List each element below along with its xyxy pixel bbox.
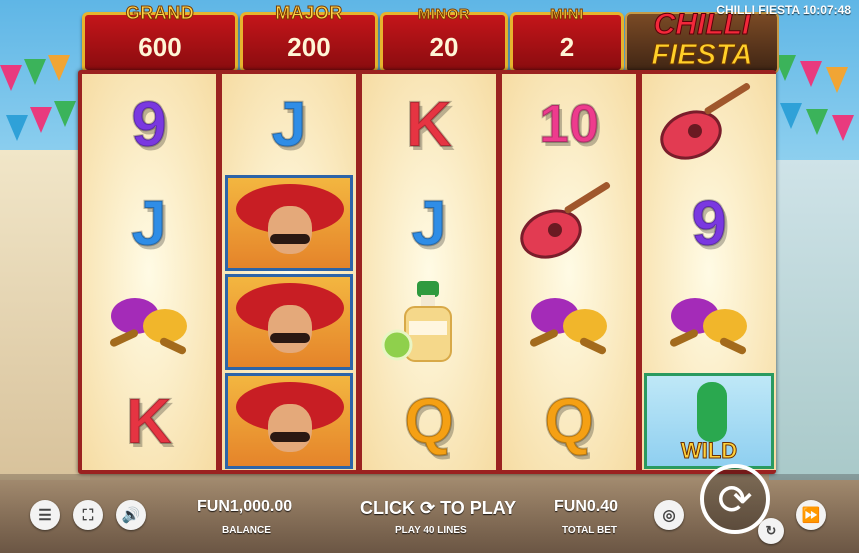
maracas-icon — [670, 297, 747, 354]
reel-3-symbol-4: Q — [403, 384, 455, 458]
reel-1-symbol-1: 9 — [130, 87, 168, 161]
click-to-play[interactable]: CLICK ⟳ TO PLAY — [360, 498, 516, 519]
spin-icon: ⟳ — [717, 475, 753, 523]
title-clock: CHILLI FIESTA 10:07:48 — [716, 3, 851, 17]
coins-icon: ◎ — [662, 507, 676, 524]
maracas-icon — [530, 297, 607, 354]
reel-5: 9 WILD — [642, 74, 776, 470]
jackpot-grand: GRAND 600 — [82, 3, 238, 73]
background-building-right — [769, 160, 859, 480]
jackpot-minor: MINOR 20 — [380, 6, 508, 73]
mariachi-symbol — [222, 173, 356, 272]
jackpot-minor-value: 20 — [429, 32, 459, 62]
mariachi-icon — [225, 174, 353, 271]
autoplay-icon: ↻ — [765, 523, 777, 538]
tequila-symbol — [362, 272, 496, 371]
jackpot-grand-value: 600 — [138, 32, 182, 62]
reel-2-symbol-1: J — [270, 87, 308, 161]
sound-icon: 🔊 — [121, 507, 141, 524]
jackpot-bar: GRAND 600 MAJOR 200 MINOR 20 MINI 2 — [80, 0, 625, 73]
guitar-icon — [520, 181, 611, 259]
tequila-bottle-icon — [381, 280, 452, 362]
reel-1-symbol-2: J — [130, 186, 168, 260]
jackpot-mini-value: 2 — [559, 32, 575, 62]
jackpot-grand-label: GRAND — [125, 3, 195, 24]
maracas-symbol — [642, 272, 776, 371]
jackpot-minor-label: MINOR — [417, 6, 471, 24]
maracas-symbol — [82, 272, 216, 371]
reel-4: 10 Q — [502, 74, 636, 470]
mariachi-symbol — [222, 371, 356, 470]
reel-2: J — [222, 74, 356, 470]
guitar-symbol — [502, 173, 636, 272]
menu-icon: ☰ — [38, 507, 52, 524]
guitar-symbol — [642, 74, 776, 173]
guitar-icon — [660, 82, 751, 160]
fullscreen-icon: ⛶ — [82, 506, 94, 524]
reel-3-symbol-2: J — [410, 186, 448, 260]
logo-line-2: FIESTA — [651, 39, 753, 72]
total-bet-value: FUN0.40 — [554, 498, 619, 515]
play-lines-label: PLAY 40 LINES — [395, 525, 467, 536]
background-building-left — [0, 150, 90, 480]
wild-label: WILD — [680, 437, 738, 463]
wild-symbol: WILD — [642, 371, 776, 470]
cactus-icon: WILD — [644, 372, 774, 469]
reel-grid: 9 J K J K J Q 10 Q 9 WILD — [78, 70, 776, 474]
fast-forward-icon: ⏩ — [801, 507, 821, 524]
balance-value: FUN1,000.00 — [197, 498, 293, 515]
game-logo: CHILLI FIESTA — [625, 8, 779, 74]
jackpot-mini-label: MINI — [550, 6, 584, 24]
bunting-right — [764, 55, 859, 175]
maracas-icon — [110, 297, 187, 354]
autoplay-button[interactable]: ↻ — [758, 518, 784, 544]
turbo-button[interactable]: ⏩ — [796, 500, 826, 530]
reel-4-symbol-1: 10 — [538, 93, 600, 155]
bet-coins-button[interactable]: ◎ — [654, 500, 684, 530]
fullscreen-button[interactable]: ⛶ — [73, 500, 103, 530]
reel-3: K J Q — [362, 74, 496, 470]
mariachi-symbol — [222, 272, 356, 371]
reel-5-symbol-2: 9 — [690, 186, 728, 260]
sound-button[interactable]: 🔊 — [116, 500, 146, 530]
maracas-symbol — [502, 272, 636, 371]
balance-label: BALANCE — [222, 525, 271, 536]
menu-button[interactable]: ☰ — [30, 500, 60, 530]
mariachi-icon — [225, 372, 353, 469]
jackpot-major-label: MAJOR — [275, 3, 343, 24]
spin-button[interactable]: ⟳ — [700, 464, 770, 534]
jackpot-major-value: 200 — [287, 32, 331, 62]
reel-1-symbol-4: K — [125, 384, 173, 458]
reel-4-symbol-4: Q — [543, 384, 595, 458]
jackpot-major: MAJOR 200 — [240, 3, 378, 73]
jackpot-mini: MINI 2 — [510, 6, 624, 73]
reel-1: 9 J K — [82, 74, 216, 470]
reel-3-symbol-1: K — [405, 87, 453, 161]
total-bet-label: TOTAL BET — [562, 525, 617, 536]
mariachi-icon — [225, 273, 353, 370]
